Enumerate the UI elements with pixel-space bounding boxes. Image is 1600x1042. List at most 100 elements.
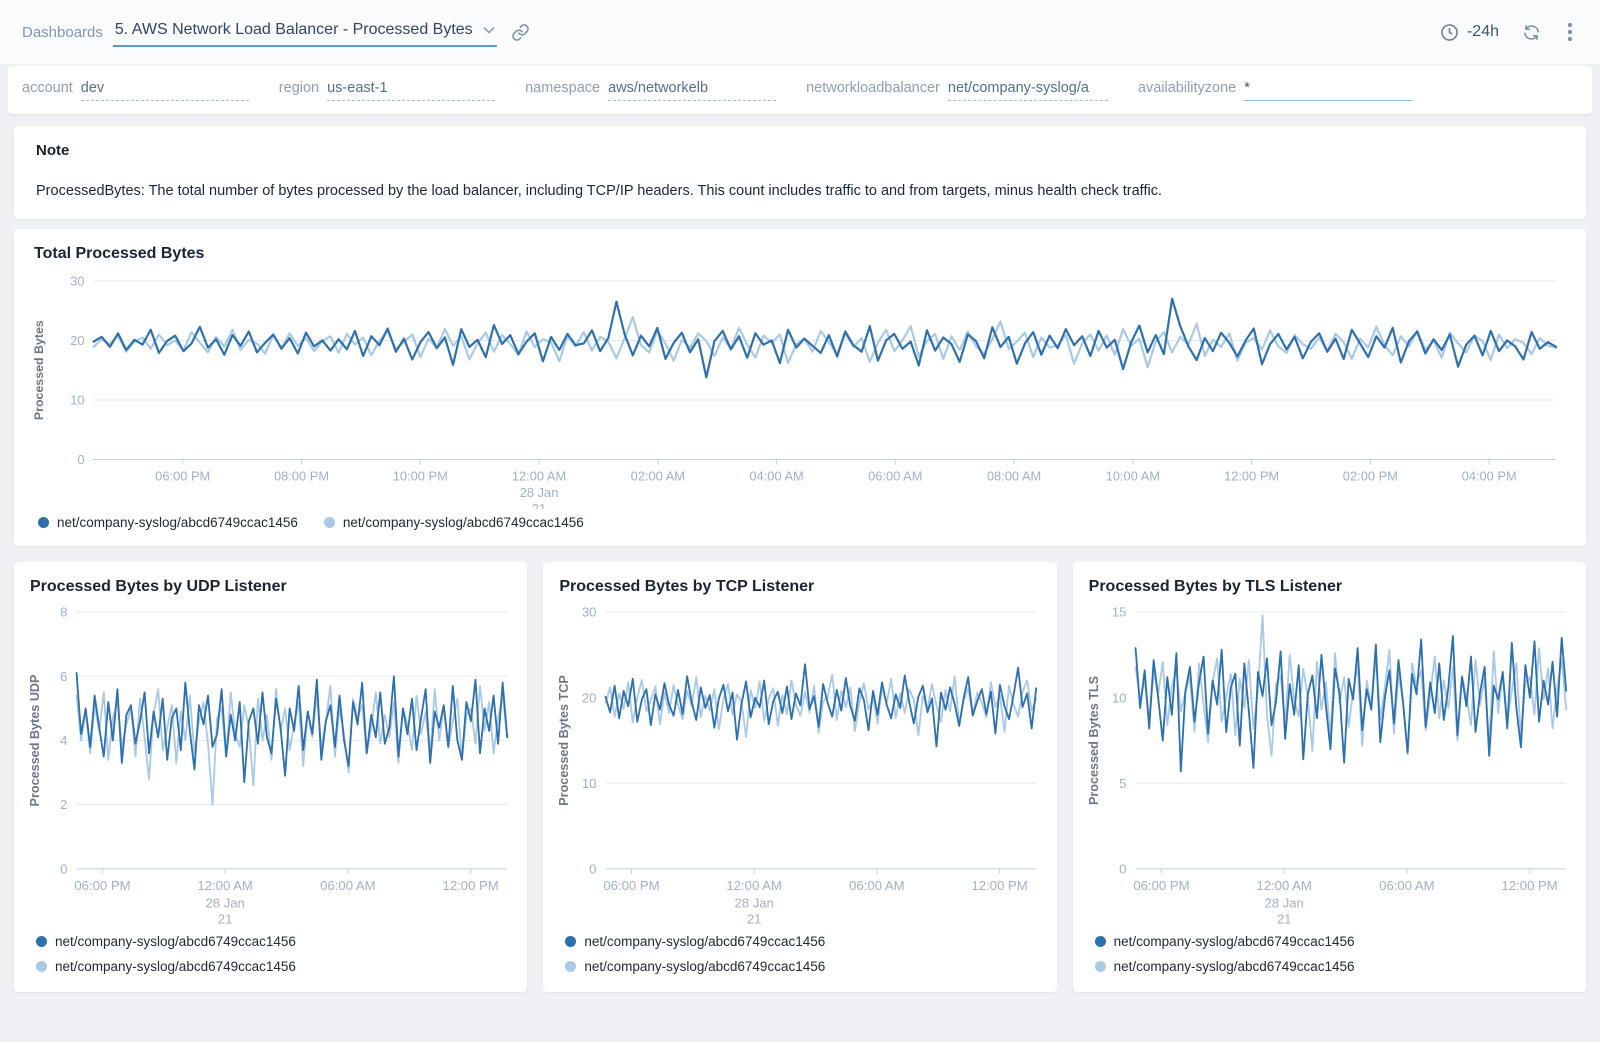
filter-account-input[interactable]: dev (81, 80, 249, 101)
clock-icon (1440, 23, 1459, 42)
svg-text:12:00 PM: 12:00 PM (443, 878, 499, 893)
svg-text:21: 21 (218, 912, 233, 926)
chart-title-total: Total Processed Bytes (34, 245, 1574, 263)
svg-text:20: 20 (582, 690, 597, 705)
note-title: Note (36, 142, 1564, 159)
legend-item-series1[interactable]: net/company-syslog/abcd6749ccac1456 (1095, 934, 1572, 949)
svg-text:06:00 AM: 06:00 AM (849, 878, 904, 893)
filter-bar: account dev region us-east-1 namespace a… (8, 66, 1592, 114)
svg-text:10:00 AM: 10:00 AM (1106, 468, 1160, 483)
legend-dot-dark (565, 936, 576, 947)
legend-dot-light (324, 517, 335, 528)
svg-text:20: 20 (70, 333, 84, 348)
time-range-button[interactable]: -24h (1440, 23, 1499, 42)
dashboard-title: 5. AWS Network Load Balancer - Processed… (115, 21, 473, 39)
svg-text:Processed Bytes: Processed Bytes (32, 320, 46, 420)
tls-listener-panel: Processed Bytes by TLS Listener 0 5 10 15 06… (1073, 562, 1586, 992)
svg-text:06:00 AM: 06:00 AM (320, 878, 375, 893)
svg-text:2: 2 (60, 797, 67, 812)
note-body: ProcessedBytes: The total number of byte… (36, 183, 1564, 199)
legend-label: net/company-syslog/abcd6749ccac1456 (57, 515, 298, 530)
filter-networkloadbalancer-label: networkloadbalancer (806, 80, 940, 96)
svg-text:10: 10 (582, 776, 597, 791)
svg-text:28 Jan: 28 Jan (1264, 895, 1303, 910)
total-processed-bytes-chart[interactable]: 010203006:00 PM08:00 PM10:00 PM12:00 AM2… (30, 269, 1574, 509)
filter-account: account dev (22, 80, 249, 101)
svg-text:5: 5 (1119, 776, 1126, 791)
chart-title-udp: Processed Bytes by UDP Listener (30, 578, 517, 596)
legend-item-series1[interactable]: net/company-syslog/abcd6749ccac1456 (36, 934, 513, 949)
total-processed-bytes-panel: Total Processed Bytes 010203006:00 PM08:… (14, 229, 1586, 546)
filter-availabilityzone: availabilityzone * (1138, 80, 1412, 101)
time-range-label: -24h (1467, 23, 1499, 41)
legend-dot-dark (36, 936, 47, 947)
legend-dot-light (1095, 961, 1106, 972)
legend-label: net/company-syslog/abcd6749ccac1456 (584, 959, 825, 974)
svg-text:4: 4 (60, 733, 67, 748)
svg-text:12:00 PM: 12:00 PM (1224, 468, 1279, 483)
refresh-icon[interactable] (1521, 23, 1542, 42)
svg-text:0: 0 (589, 862, 596, 877)
svg-text:30: 30 (582, 605, 597, 620)
svg-text:04:00 PM: 04:00 PM (1462, 468, 1517, 483)
tcp-listener-chart[interactable]: 010203006:00 PM12:00 AM28 Jan2106:00 AM1… (555, 602, 1046, 926)
svg-text:21: 21 (747, 912, 762, 926)
svg-text:06:00 PM: 06:00 PM (155, 468, 210, 483)
legend-item-series2[interactable]: net/company-syslog/abcd6749ccac1456 (1095, 959, 1572, 974)
svg-text:06:00 AM: 06:00 AM (1379, 878, 1434, 893)
svg-text:06:00 PM: 06:00 PM (74, 878, 130, 893)
legend-item-series2[interactable]: net/company-syslog/abcd6749ccac1456 (36, 959, 513, 974)
kebab-menu-icon[interactable] (1564, 19, 1576, 45)
legend-label: net/company-syslog/abcd6749ccac1456 (584, 934, 825, 949)
chart-title-tls: Processed Bytes by TLS Listener (1089, 578, 1576, 596)
legend-label: net/company-syslog/abcd6749ccac1456 (343, 515, 584, 530)
svg-text:06:00 PM: 06:00 PM (604, 878, 660, 893)
breadcrumb[interactable]: Dashboards (22, 24, 103, 41)
svg-text:0: 0 (60, 862, 67, 877)
svg-text:08:00 PM: 08:00 PM (274, 468, 329, 483)
svg-text:0: 0 (1119, 862, 1126, 877)
legend-item-series2[interactable]: net/company-syslog/abcd6749ccac1456 (565, 959, 1042, 974)
legend-dot-dark (1095, 936, 1106, 947)
svg-text:30: 30 (70, 273, 84, 288)
svg-text:12:00 AM: 12:00 AM (1256, 878, 1311, 893)
tcp-chart-legend: net/company-syslog/abcd6749ccac1456 net/… (555, 926, 1046, 984)
svg-text:0: 0 (77, 452, 84, 467)
filter-region-label: region (279, 80, 319, 96)
legend-item-series1[interactable]: net/company-syslog/abcd6749ccac1456 (38, 515, 298, 530)
svg-text:15: 15 (1112, 605, 1127, 620)
legend-label: net/company-syslog/abcd6749ccac1456 (1114, 934, 1355, 949)
chart-title-tcp: Processed Bytes by TCP Listener (559, 578, 1046, 596)
svg-text:06:00 AM: 06:00 AM (868, 468, 922, 483)
svg-text:02:00 PM: 02:00 PM (1343, 468, 1398, 483)
note-panel: Note ProcessedBytes: The total number of… (14, 126, 1586, 219)
legend-item-series2[interactable]: net/company-syslog/abcd6749ccac1456 (324, 515, 584, 530)
legend-dot-light (36, 961, 47, 972)
listener-charts-row: Processed Bytes by UDP Listener 0246806:… (14, 562, 1586, 992)
legend-item-series1[interactable]: net/company-syslog/abcd6749ccac1456 (565, 934, 1042, 949)
udp-listener-chart[interactable]: 0246806:00 PM12:00 AM28 Jan2106:00 AM12:… (26, 602, 517, 926)
svg-text:Processed Bytes UDP: Processed Bytes UDP (28, 675, 42, 807)
filter-region-input[interactable]: us-east-1 (327, 80, 495, 101)
filter-namespace-label: namespace (525, 80, 600, 96)
svg-text:28 Jan: 28 Jan (520, 485, 559, 500)
filter-availabilityzone-input[interactable]: * (1244, 80, 1412, 101)
total-chart-legend: net/company-syslog/abcd6749ccac1456 net/… (30, 509, 1574, 538)
filter-namespace: namespace aws/networkelb (525, 80, 776, 101)
chevron-down-icon (483, 26, 495, 34)
filter-namespace-input[interactable]: aws/networkelb (608, 80, 776, 101)
svg-text:10: 10 (1112, 690, 1127, 705)
share-link-icon[interactable] (511, 23, 530, 42)
legend-label: net/company-syslog/abcd6749ccac1456 (55, 959, 296, 974)
legend-dot-dark (38, 517, 49, 528)
svg-text:28 Jan: 28 Jan (205, 895, 244, 910)
filter-networkloadbalancer-input[interactable]: net/company-syslog/a (948, 80, 1108, 101)
svg-text:12:00 AM: 12:00 AM (727, 878, 782, 893)
svg-text:12:00 AM: 12:00 AM (512, 468, 566, 483)
dashboard-title-dropdown[interactable]: 5. AWS Network Load Balancer - Processed… (113, 17, 497, 47)
filter-region: region us-east-1 (279, 80, 495, 101)
tls-listener-chart[interactable]: 05101506:00 PM12:00 AM28 Jan2106:00 AM12… (1085, 602, 1576, 926)
svg-text:10:00 PM: 10:00 PM (393, 468, 448, 483)
svg-text:6: 6 (60, 669, 67, 684)
filter-availabilityzone-label: availabilityzone (1138, 80, 1236, 96)
